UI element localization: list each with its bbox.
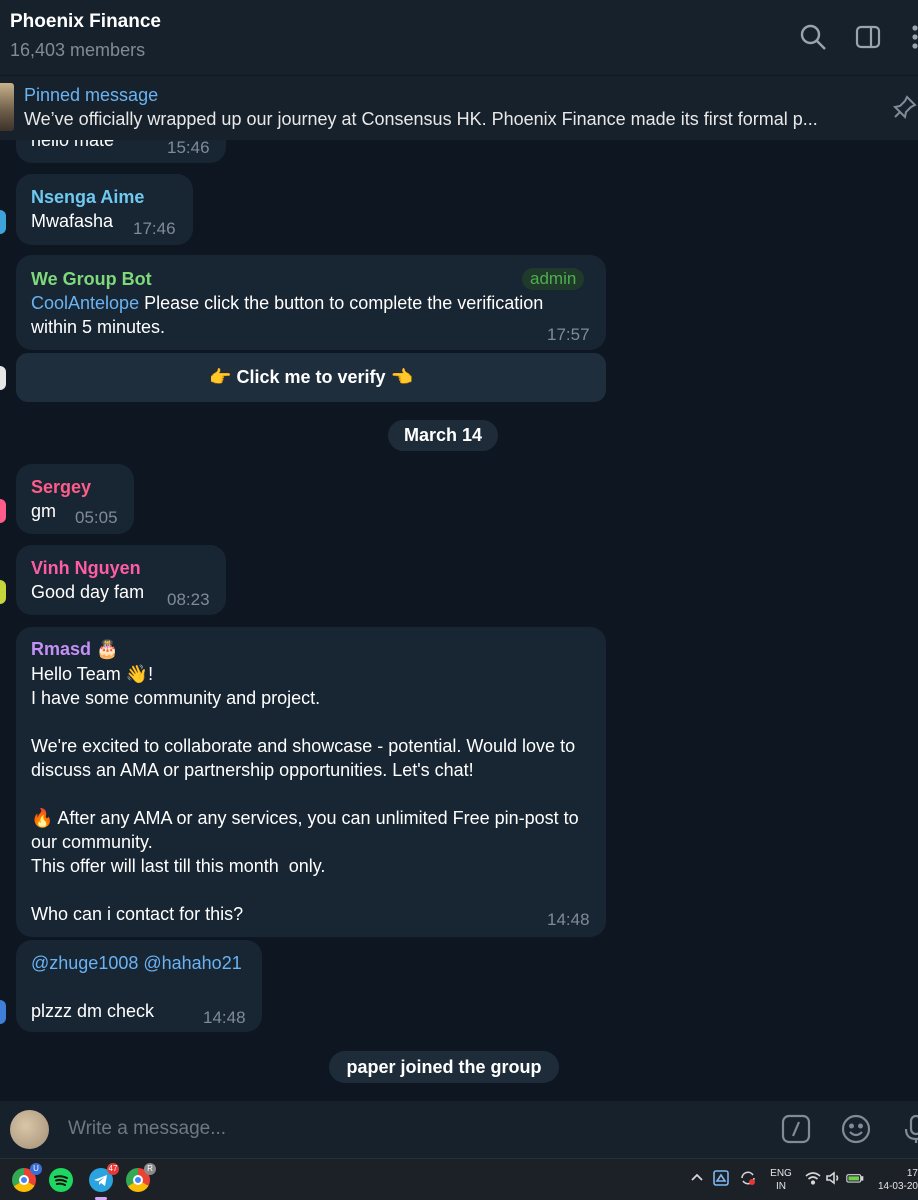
volume-icon[interactable] [824,1169,842,1190]
emoji-icon[interactable] [840,1113,872,1145]
pinned-thumbnail [0,83,14,131]
sender-name[interactable]: We Group Bot [31,269,152,290]
service-message: paper joined the group [329,1051,559,1083]
message-time: 08:23 [167,590,210,609]
message-time: 14:48 [203,1008,246,1027]
cloud-drive-icon[interactable] [712,1169,730,1190]
message-bubble[interactable]: Nsenga Aime Mwafasha 17:46 [16,174,193,245]
message-time: 17:46 [133,219,176,238]
member-count: 16,403 members [10,40,146,60]
os-taskbar: U 47 R ENG IN 17 14-03-20 [0,1158,918,1200]
message-time: 14:48 [547,910,590,929]
message-text: gm [31,501,57,521]
message-text: CoolAntelope Please click the button to … [31,293,549,337]
message-time: 17:57 [547,325,590,344]
sync-icon[interactable] [739,1169,757,1190]
battery-icon[interactable] [846,1169,864,1190]
send-as-avatar[interactable] [10,1110,49,1149]
chat-header[interactable]: Phoenix Finance 16,403 members [0,0,918,75]
chevron-up-icon[interactable] [688,1169,706,1190]
message-time: 05:05 [75,508,118,527]
spotify-icon[interactable] [49,1168,73,1192]
sender-name[interactable]: Sergey [31,477,91,498]
message-input[interactable] [68,1113,748,1145]
message-list[interactable]: hello mate 15:46 Nsenga Aime Mwafasha 17… [0,140,918,1100]
language-indicator[interactable]: ENG IN [768,1167,794,1193]
verify-button[interactable]: 👉 Click me to verify 👈 [16,353,606,402]
search-icon[interactable] [798,22,828,52]
system-clock[interactable]: 17 14-03-20 [876,1167,918,1193]
wifi-icon[interactable] [804,1169,822,1190]
avatar[interactable] [0,1000,6,1024]
sender-name[interactable]: Nsenga Aime [31,187,144,208]
pinned-text: We’ve officially wrapped up our journey … [24,109,818,129]
message-bubble[interactable]: @zhuge1008 @hahaho21 plzzz dm check 14:4… [16,940,262,1032]
profile-badge: R [144,1163,156,1175]
message-composer[interactable] [0,1100,918,1158]
pinned-title: Pinned message [24,85,159,105]
sidebar-toggle-icon[interactable] [853,22,883,52]
message-text: Mwafasha [31,211,114,231]
message-bubble[interactable]: Vinh Nguyen Good day fam 08:23 [16,545,226,615]
chrome-icon[interactable]: R [126,1163,156,1192]
message-text: plzzz dm check [31,1001,155,1021]
avatar[interactable] [0,499,6,523]
avatar[interactable] [0,366,6,390]
user-mentions[interactable]: @zhuge1008 @hahaho21 [31,951,242,975]
telegram-icon[interactable]: 47 [89,1163,119,1192]
avatar[interactable] [0,210,6,234]
unread-badge: 47 [107,1163,119,1175]
pin-icon[interactable] [892,94,918,120]
profile-badge: U [30,1163,42,1175]
sender-emoji-status: 🎂 [96,639,119,659]
date-separator: March 14 [388,420,498,451]
user-mention[interactable]: CoolAntelope [31,293,139,313]
message-bubble[interactable]: Rmasd 🎂 Hello Team 👋! I have some commun… [16,627,606,937]
chat-title[interactable]: Phoenix Finance [10,11,161,33]
admin-badge: admin [522,268,585,290]
chrome-icon[interactable]: U [12,1163,42,1192]
avatar[interactable] [0,580,6,604]
message-bubble[interactable]: hello mate 15:46 [16,140,226,163]
message-text: Good day fam [31,582,145,602]
microphone-icon[interactable] [900,1113,918,1145]
more-menu-icon[interactable] [900,22,918,52]
pinned-message-bar[interactable]: Pinned message We’ve officially wrapped … [0,75,918,140]
sender-name[interactable]: Vinh Nguyen [31,558,141,579]
message-text: hello mate [31,140,115,150]
message-bubble[interactable]: Sergey gm 05:05 [16,464,134,534]
sender-name[interactable]: Rmasd 🎂 [31,639,118,660]
message-bubble[interactable]: We Group Bot admin CoolAntelope Please c… [16,255,606,350]
message-text: Hello Team 👋! I have some community and … [31,664,579,924]
message-time: 15:46 [167,140,210,157]
commands-icon[interactable] [780,1113,812,1145]
